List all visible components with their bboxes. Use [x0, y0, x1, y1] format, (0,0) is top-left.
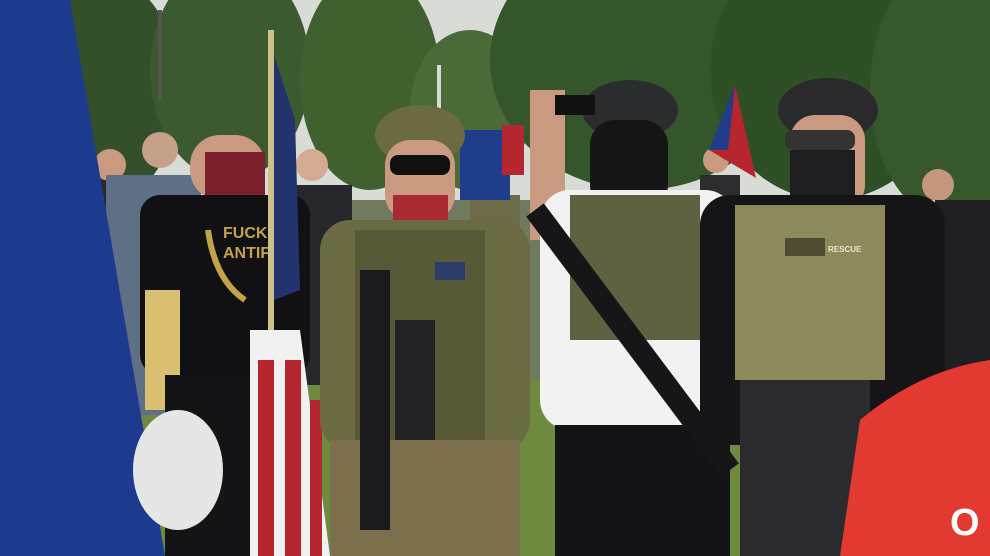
- red-shirt-text: O: [950, 502, 980, 544]
- white-helmet: [133, 410, 223, 530]
- photo-illustration: FUCK ANTIF RESCUE O: [0, 0, 990, 556]
- photo-scene: FUCK ANTIF RESCUE O: [0, 0, 990, 556]
- light-pole: [158, 10, 162, 100]
- shirt-text-line2: ANTIF: [223, 245, 270, 262]
- shirt-text-line1: FUCK: [223, 225, 268, 242]
- vest-patch-text: RESCUE: [828, 245, 862, 254]
